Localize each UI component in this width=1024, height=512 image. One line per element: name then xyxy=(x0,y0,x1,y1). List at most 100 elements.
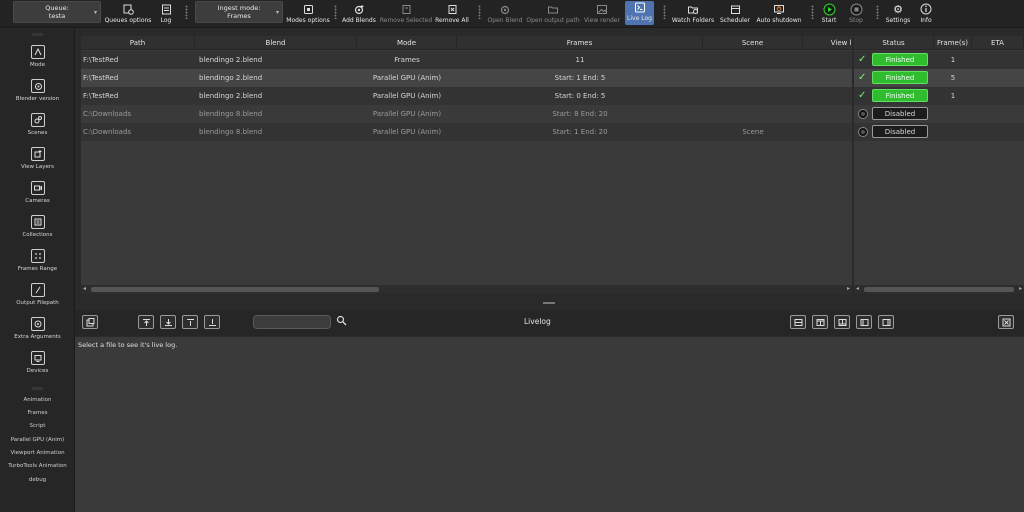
scrollbar-thumb[interactable] xyxy=(864,287,1014,292)
ingest-mode-selector[interactable]: Ingest mode: Frames ▾ xyxy=(195,1,283,23)
sidebar-grip[interactable] xyxy=(32,33,43,36)
toolbar-grip[interactable] xyxy=(811,5,814,19)
toolbar-grip[interactable] xyxy=(478,5,481,19)
layout-bottom-button[interactable] xyxy=(834,315,850,329)
cell-blend: blendingo 8.blend xyxy=(199,110,263,118)
livelog-message: Select a file to see it's live log. xyxy=(78,341,178,349)
table-row[interactable]: C:\Downloads blendingo 8.blend Parallel … xyxy=(81,105,852,123)
sidebar-item-blender-version[interactable]: Blender version xyxy=(0,79,75,102)
preset-turbotools-animation[interactable]: TurboTools Animation xyxy=(0,463,75,469)
log-button[interactable]: Log xyxy=(156,0,176,27)
toolbar-grip[interactable] xyxy=(334,5,337,19)
scroll-right-icon[interactable]: ▸ xyxy=(847,285,850,292)
remove-selected-icon xyxy=(400,3,413,15)
settings-button[interactable]: ⚙ Settings xyxy=(884,0,912,27)
scheduler-button[interactable]: Scheduler xyxy=(719,0,751,27)
preset-script[interactable]: Script xyxy=(0,423,75,429)
column-header-frames[interactable]: Frames xyxy=(457,36,703,50)
scroll-bottom-button[interactable] xyxy=(160,315,176,329)
status-row[interactable]: Disabled xyxy=(854,123,1024,141)
sidebar-item-collections[interactable]: Collections xyxy=(0,215,75,238)
cell-path: C:\Downloads xyxy=(83,128,132,136)
scrollbar-thumb[interactable] xyxy=(91,287,379,292)
toolbar-grip[interactable] xyxy=(663,5,666,19)
toolbar-grip[interactable] xyxy=(876,5,879,19)
view-render-button[interactable]: View render xyxy=(584,0,620,27)
live-log-button[interactable]: Live Log xyxy=(625,1,654,25)
column-header-scene[interactable]: Scene xyxy=(703,36,803,50)
close-log-button[interactable] xyxy=(998,315,1014,329)
start-button[interactable]: Start xyxy=(818,0,840,27)
align-top-button[interactable] xyxy=(182,315,198,329)
table-horizontal-scrollbar[interactable]: ◂ ▸ xyxy=(81,285,852,294)
preset-viewport-animation[interactable]: Viewport Animation xyxy=(0,450,75,456)
column-header-path[interactable]: Path xyxy=(81,36,195,50)
open-output-path-button[interactable]: Open output path xyxy=(526,0,580,27)
column-header-view-layer[interactable]: View lay xyxy=(803,36,852,50)
clear-log-button[interactable] xyxy=(82,315,98,329)
table-row[interactable]: F:\TestRed blendingo 2.blend Parallel GP… xyxy=(81,69,852,87)
column-header-mode[interactable]: Mode xyxy=(357,36,457,50)
queue-selector[interactable]: Queue: testa ▾ xyxy=(13,1,101,23)
sidebar-item-extra-arguments[interactable]: Extra Arguments xyxy=(0,317,75,340)
status-row[interactable]: Disabled xyxy=(854,105,1024,123)
sidebar-item-scenes[interactable]: Scenes xyxy=(0,113,75,136)
disabled-toggle-icon[interactable] xyxy=(858,127,868,137)
preset-debug[interactable]: debug xyxy=(0,477,75,483)
column-header-eta[interactable]: ETA xyxy=(972,36,1024,50)
table-row[interactable]: F:\TestRed blendingo 2.blend Parallel GP… xyxy=(81,87,852,105)
sidebar-item-devices[interactable]: Devices xyxy=(0,351,75,374)
disabled-toggle-icon[interactable] xyxy=(858,109,868,119)
status-row[interactable]: ✓ Finished 1 xyxy=(854,87,1024,105)
cell-eta xyxy=(972,69,1024,87)
check-icon[interactable]: ✓ xyxy=(858,90,869,101)
align-bottom-button[interactable] xyxy=(204,315,220,329)
scenes-icon xyxy=(30,113,45,127)
preset-frames[interactable]: Frames xyxy=(0,410,75,416)
sidebar-item-mode[interactable]: Mode xyxy=(0,45,75,68)
remove-selected-button[interactable]: Remove Selected xyxy=(380,0,432,27)
sidebar-item-output-filepath[interactable]: Output Filepath xyxy=(0,283,75,306)
scroll-right-icon[interactable]: ▸ xyxy=(1019,285,1022,292)
table-row[interactable]: F:\TestRed blendingo 2.blend Frames 11 xyxy=(81,51,852,69)
watch-folders-button[interactable]: Watch Folders xyxy=(672,0,714,27)
add-blends-button[interactable]: Add Blends xyxy=(342,0,376,27)
column-header-frame-count[interactable]: Frame(s) xyxy=(934,36,972,50)
sidebar-item-frames-range[interactable]: Frames Range xyxy=(0,249,75,272)
table-row[interactable]: C:\Downloads blendingo 8.blend Parallel … xyxy=(81,123,852,141)
search-icon[interactable] xyxy=(336,315,347,328)
queues-options-button[interactable]: Queues options xyxy=(105,0,151,27)
status-horizontal-scrollbar[interactable]: ◂ ▸ xyxy=(854,285,1024,294)
scroll-top-button[interactable] xyxy=(138,315,154,329)
column-header-blend[interactable]: Blend xyxy=(195,36,357,50)
layout-left-icon xyxy=(860,318,868,326)
status-row[interactable]: ✓ Finished 5 xyxy=(854,69,1024,87)
preset-animation[interactable]: Animation xyxy=(0,397,75,403)
layout-top-button[interactable] xyxy=(812,315,828,329)
auto-shutdown-button[interactable]: Auto shutdown xyxy=(756,0,802,27)
queue-value: testa xyxy=(48,12,66,20)
livelog-pane[interactable]: Select a file to see it's live log. xyxy=(75,337,1024,512)
modes-options-button[interactable]: Modes options xyxy=(286,0,330,27)
mode-icon xyxy=(30,45,45,59)
sidebar-item-view-layers[interactable]: View Layers xyxy=(0,147,75,170)
check-icon[interactable]: ✓ xyxy=(858,54,869,65)
sidebar-grip[interactable] xyxy=(32,387,43,390)
sidebar-item-cameras[interactable]: Cameras xyxy=(0,181,75,204)
check-icon[interactable]: ✓ xyxy=(858,72,869,83)
toolbar-grip[interactable] xyxy=(185,5,188,19)
status-row[interactable]: ✓ Finished 1 xyxy=(854,51,1024,69)
scroll-left-icon[interactable]: ◂ xyxy=(83,285,86,292)
column-header-status[interactable]: Status xyxy=(854,36,934,50)
stop-button[interactable]: Stop xyxy=(845,0,867,27)
scroll-left-icon[interactable]: ◂ xyxy=(856,285,859,292)
layout-left-button[interactable] xyxy=(856,315,872,329)
panel-splitter-handle[interactable] xyxy=(543,302,555,304)
preset-parallel-gpu-anim[interactable]: Parallel GPU (Anim) xyxy=(0,437,75,443)
remove-all-button[interactable]: Remove All xyxy=(435,0,469,27)
info-button[interactable]: Info xyxy=(916,0,936,27)
layout-horizontal-button[interactable] xyxy=(790,315,806,329)
open-blend-button[interactable]: Open Blend xyxy=(487,0,523,27)
log-search-input[interactable] xyxy=(253,315,331,329)
layout-right-button[interactable] xyxy=(878,315,894,329)
